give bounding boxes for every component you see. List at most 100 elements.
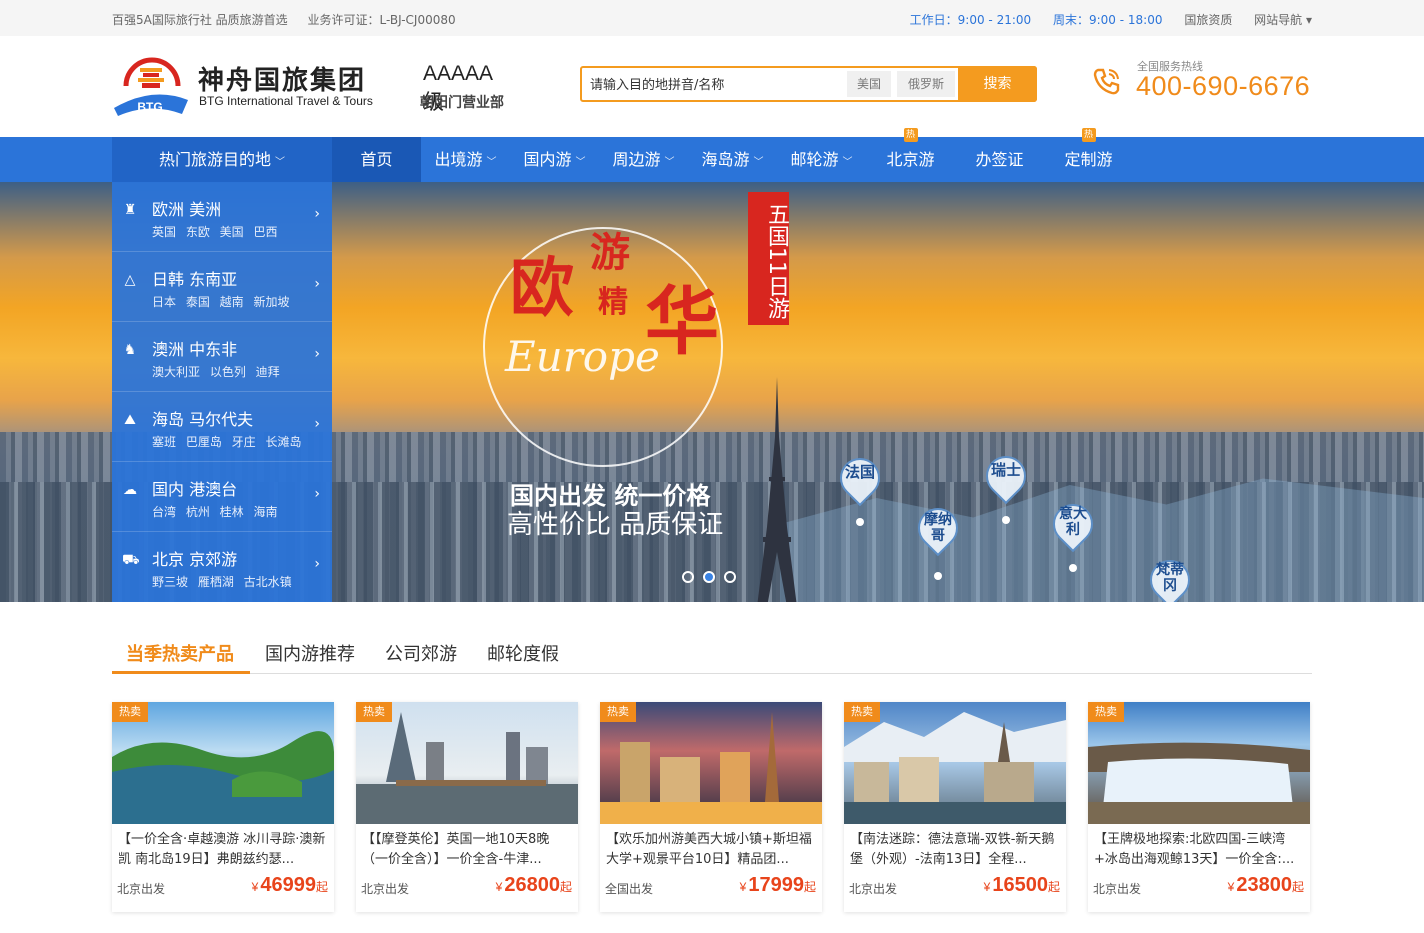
- product-price: ¥46999起: [251, 874, 328, 896]
- search-box: 美国 俄罗斯 搜索: [580, 66, 1037, 102]
- nav-item-label: 首页: [360, 150, 393, 169]
- pin-dot: [1002, 516, 1010, 524]
- nav-item-outbound[interactable]: 出境游 ﹀: [421, 137, 510, 182]
- tab-hot-products[interactable]: 当季热卖产品: [126, 640, 234, 666]
- hotline-number[interactable]: 400-690-6676: [1136, 71, 1310, 102]
- product-card[interactable]: 热卖 【南法迷踪：德法意瑞-双铁-新天鹅堡（外观）-法南13日】全程... 北京…: [844, 702, 1066, 912]
- hot-badge: 热: [903, 128, 918, 142]
- nav-item-cruise[interactable]: 邮轮游 ﹀: [777, 137, 866, 182]
- side-menu-item-islands[interactable]: ⛰ 海岛 马尔代夫 塞班 巴厘岛 牙庄 长滩岛 ›: [112, 392, 332, 462]
- product-title[interactable]: 【【摩登英伦】英国一地10天8晚（一价全含）】一价全含-牛津...: [362, 830, 574, 870]
- hot-badge: 热: [1081, 128, 1096, 142]
- side-menu-item-beijing[interactable]: ⛟ 北京 京郊游 野三坡 雁栖湖 古北水镇 ›: [112, 532, 332, 602]
- island-icon: ⛰: [124, 412, 136, 428]
- banner-char: 精: [598, 285, 628, 320]
- pin-label: 摩纳哥: [924, 512, 952, 544]
- chevron-down-icon: ﹀: [753, 157, 764, 168]
- side-menu-item-asia[interactable]: △ 日韩 东南亚 日本 泰国 越南 新加坡 ›: [112, 252, 332, 322]
- chevron-right-icon: ›: [314, 556, 320, 572]
- nav-item-label: 出境游: [434, 150, 483, 169]
- carousel-dot-2[interactable]: [703, 571, 715, 583]
- product-card[interactable]: 热卖 【欢乐加州游美西大城小镇+斯坦福大学+观景平台10日】精品团... 全国出…: [600, 702, 822, 912]
- hot-destinations-menu[interactable]: 热门旅游目的地 ﹀: [112, 137, 332, 182]
- side-menu-title: 日韩 东南亚: [152, 270, 238, 289]
- weekend-hours: 周末：9:00 - 18:00: [1052, 13, 1163, 27]
- banner-vertical-tag: 五国11日游: [748, 192, 789, 325]
- product-tabs: 当季热卖产品 国内游推荐 公司郊游 邮轮度假: [112, 634, 1312, 674]
- eiffel-tower-icon: [757, 377, 797, 602]
- site-nav-link[interactable]: 网站导航 ▾: [1254, 13, 1312, 27]
- product-title[interactable]: 【欢乐加州游美西大城小镇+斯坦福大学+观景平台10日】精品团...: [606, 830, 818, 870]
- search-button[interactable]: 搜索: [958, 66, 1037, 102]
- nav-item-label: 邮轮游: [790, 150, 839, 169]
- side-menu-title: 海岛 马尔代夫: [152, 410, 254, 429]
- search-input[interactable]: [590, 74, 830, 96]
- side-menu-item-europe-america[interactable]: ♜ 欧洲 美洲 英国 东欧 美国 巴西 ›: [112, 182, 332, 252]
- side-menu-subs: 日本 泰国 越南 新加坡: [152, 295, 290, 309]
- map-pin-switzerland: 瑞士: [977, 447, 1035, 526]
- pin-label: 法国: [844, 463, 875, 481]
- departure-city: 北京出发: [117, 882, 166, 896]
- product-card[interactable]: 热卖 【一价全含·卓越澳游 冰川寻踪·澳新凯 南北岛19日】弗朗兹约瑟... 北…: [112, 702, 334, 912]
- hot-destinations-label: 热门旅游目的地: [158, 150, 271, 169]
- qualification-link[interactable]: 国旅资质: [1184, 13, 1232, 27]
- branch-name: 朝阳门营业部: [420, 95, 504, 111]
- nav-item-island[interactable]: 海岛游 ﹀: [688, 137, 777, 182]
- banner-slogan-2: 高性价比 品质保证: [507, 510, 724, 540]
- banner-char: 游: [590, 229, 630, 276]
- departure-city: 全国出发: [605, 882, 654, 896]
- hotline: 全国服务热线 400-690-6676: [1090, 56, 1312, 106]
- chevron-down-icon: ﹀: [664, 157, 675, 168]
- product-card[interactable]: 热卖 【王牌极地探索:北欧四国-三峡湾+冰岛出海观鲸13天】一价全含:... 北…: [1088, 702, 1310, 912]
- nav-item-label: 国内游: [523, 150, 572, 169]
- carousel-dot-3[interactable]: [724, 571, 736, 583]
- side-menu-title: 北京 京郊游: [152, 550, 238, 569]
- logo[interactable]: BTG 神舟国旅集团 BTG International Travel & To…: [112, 56, 512, 118]
- product-price: ¥26800起: [495, 874, 572, 896]
- product-title[interactable]: 【一价全含·卓越澳游 冰川寻踪·澳新凯 南北岛19日】弗朗兹约瑟...: [118, 830, 330, 870]
- product-title[interactable]: 【王牌极地探索:北欧四国-三峡湾+冰岛出海观鲸13天】一价全含:...: [1094, 830, 1306, 870]
- carousel-dot-1[interactable]: [682, 571, 694, 583]
- main-nav: 热门旅游目的地 ﹀ 首页 出境游 ﹀ 国内游 ﹀ 周边游 ﹀ 海岛游 ﹀ 邮轮游 ﹀ 热北京…: [0, 128, 1424, 182]
- license-text: 业务许可证：L-BJ-CJ00080: [307, 13, 456, 27]
- chevron-down-icon: ﹀: [575, 157, 586, 168]
- nav-item-home[interactable]: 首页: [332, 137, 421, 182]
- side-menu-title: 欧洲 美洲: [152, 200, 222, 219]
- nav-item-label: 周边游: [612, 150, 661, 169]
- nav-item-custom[interactable]: 热定制游: [1044, 128, 1133, 182]
- tab-cruise[interactable]: 邮轮度假: [487, 640, 559, 666]
- pin-dot: [856, 518, 864, 526]
- side-menu-item-oceania[interactable]: ♞ 澳洲 中东非 澳大利亚 以色列 迪拜 ›: [112, 322, 332, 392]
- nav-item-label: 海岛游: [701, 150, 750, 169]
- product-price: ¥23800起: [1227, 874, 1304, 896]
- side-menu-title: 国内 港澳台: [152, 480, 238, 499]
- tab-domestic[interactable]: 国内游推荐: [265, 640, 355, 666]
- nav-item-domestic[interactable]: 国内游 ﹀: [510, 137, 599, 182]
- nav-item-beijing[interactable]: 热北京游: [866, 128, 955, 182]
- pin-label: 意大利: [1059, 506, 1087, 538]
- product-price: ¥17999起: [739, 874, 816, 896]
- china-map-icon: ☁: [123, 482, 137, 498]
- nav-item-visa[interactable]: 办签证: [955, 137, 1044, 182]
- top-bar: 百强5A国际旅行社 品质旅游首选 业务许可证：L-BJ-CJ00080 工作日：…: [0, 0, 1424, 36]
- nav-item-nearby[interactable]: 周边游 ﹀: [599, 137, 688, 182]
- brand-name-en: BTG International Travel & Tours: [199, 94, 373, 108]
- nav-item-label: 定制游: [1064, 150, 1113, 169]
- mountain-icon: △: [124, 272, 136, 288]
- brand-name-cn: 神舟国旅集团: [198, 66, 367, 96]
- side-menu-subs: 澳大利亚 以色列 迪拜: [152, 365, 280, 379]
- search-tag-usa[interactable]: 美国: [847, 71, 891, 97]
- pin-label: 瑞士: [990, 461, 1021, 479]
- side-menu-subs: 野三坡 雁栖湖 古北水镇: [152, 575, 292, 589]
- car-icon: ⛟: [122, 552, 140, 568]
- product-title[interactable]: 【南法迷踪：德法意瑞-双铁-新天鹅堡（外观）-法南13日】全程...: [850, 830, 1062, 870]
- tab-company-outing[interactable]: 公司郊游: [385, 640, 457, 666]
- hot-sale-badge: 热卖: [356, 702, 392, 722]
- side-menu-item-domestic[interactable]: ☁ 国内 港澳台 台湾 杭州 桂林 海南 ›: [112, 462, 332, 532]
- product-card[interactable]: 热卖 【【摩登英伦】英国一地10天8晚（一价全含）】一价全含-牛津... 北京出…: [356, 702, 578, 912]
- chevron-right-icon: ›: [314, 346, 320, 362]
- side-menu-subs: 台湾 杭州 桂林 海南: [152, 505, 278, 519]
- product-price: ¥16500起: [983, 874, 1060, 896]
- search-tag-russia[interactable]: 俄罗斯: [897, 71, 955, 97]
- hot-sale-badge: 热卖: [600, 702, 636, 722]
